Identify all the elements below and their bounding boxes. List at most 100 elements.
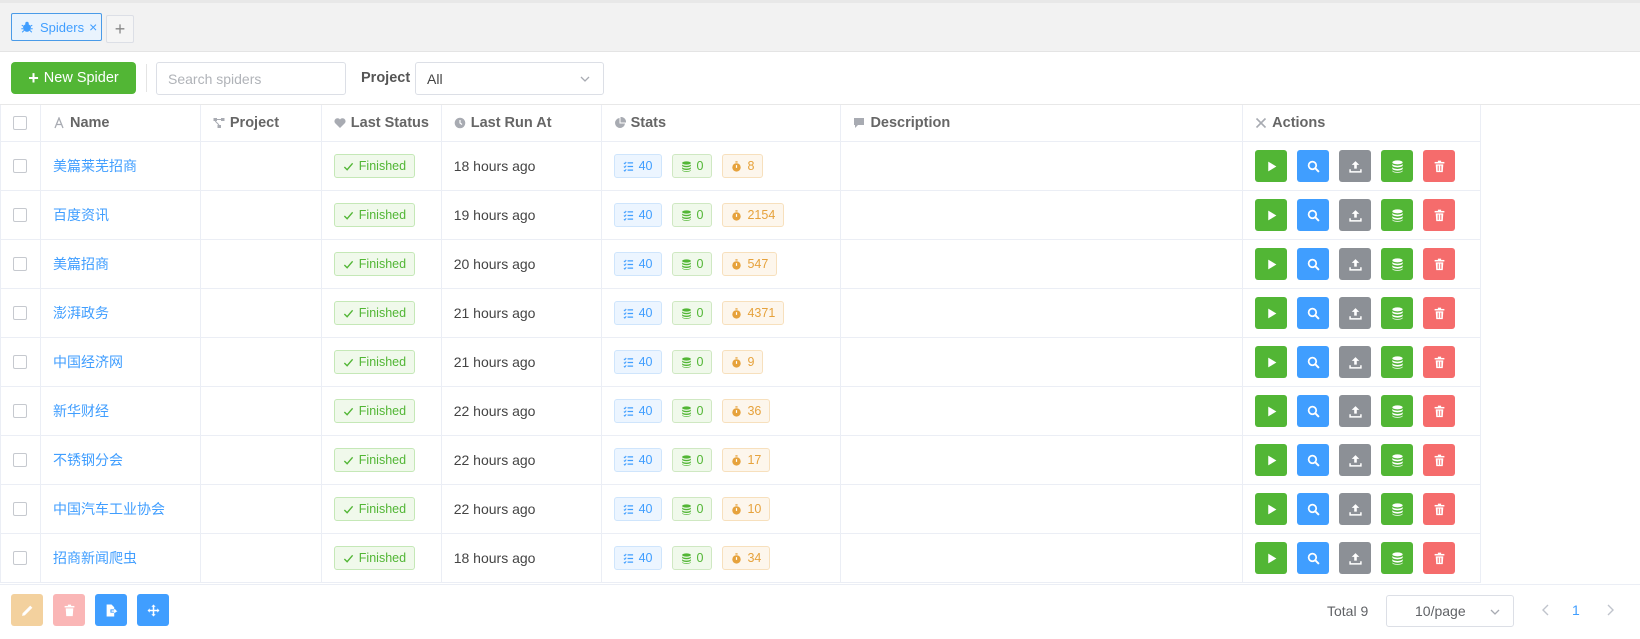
batch-export-button[interactable]: [95, 594, 127, 626]
duration-badge[interactable]: 2154: [722, 203, 785, 227]
spider-name-link[interactable]: 百度资讯: [53, 205, 109, 225]
duration-badge[interactable]: 8: [722, 154, 764, 178]
close-icon[interactable]: ×: [89, 19, 97, 35]
view-button[interactable]: [1297, 150, 1330, 182]
view-button[interactable]: [1297, 248, 1330, 280]
col-last-status[interactable]: Last Status: [320, 105, 441, 141]
results-count-badge[interactable]: 0: [671, 350, 713, 374]
run-button[interactable]: [1255, 444, 1288, 476]
upload-button[interactable]: [1339, 444, 1372, 476]
upload-button[interactable]: [1339, 493, 1372, 525]
row-checkbox[interactable]: [13, 502, 27, 516]
results-count-badge[interactable]: 0: [671, 154, 713, 178]
tab-spiders[interactable]: Spiders ×: [11, 13, 102, 41]
upload-button[interactable]: [1339, 199, 1372, 231]
select-all-checkbox[interactable]: [13, 116, 27, 130]
upload-button[interactable]: [1339, 297, 1372, 329]
col-name[interactable]: Name: [39, 105, 200, 141]
delete-button[interactable]: [1423, 248, 1456, 280]
row-checkbox[interactable]: [13, 404, 27, 418]
duration-badge[interactable]: 17: [722, 448, 771, 472]
spider-name-link[interactable]: 中国汽车工业协会: [53, 499, 165, 519]
row-checkbox[interactable]: [13, 355, 27, 369]
delete-button[interactable]: [1423, 444, 1456, 476]
tasks-count-badge[interactable]: 40: [613, 301, 662, 325]
spider-name-link[interactable]: 澎湃政务: [53, 303, 109, 323]
duration-badge[interactable]: 4371: [722, 301, 785, 325]
run-button[interactable]: [1255, 346, 1288, 378]
prev-page-button[interactable]: [1540, 602, 1552, 618]
view-button[interactable]: [1297, 199, 1330, 231]
spider-name-link[interactable]: 招商新闻爬虫: [53, 548, 137, 568]
delete-button[interactable]: [1423, 395, 1456, 427]
spider-name-link[interactable]: 中国经济网: [53, 352, 123, 372]
results-count-badge[interactable]: 0: [671, 546, 713, 570]
project-select[interactable]: All: [415, 62, 604, 95]
run-button[interactable]: [1255, 493, 1288, 525]
data-button[interactable]: [1381, 444, 1414, 476]
new-spider-button[interactable]: + New Spider: [11, 62, 136, 94]
tasks-count-badge[interactable]: 40: [613, 252, 662, 276]
duration-badge[interactable]: 10: [722, 497, 771, 521]
results-count-badge[interactable]: 0: [671, 301, 713, 325]
delete-button[interactable]: [1423, 297, 1456, 329]
data-button[interactable]: [1381, 248, 1414, 280]
data-button[interactable]: [1381, 395, 1414, 427]
run-button[interactable]: [1255, 297, 1288, 329]
batch-delete-button[interactable]: [53, 594, 85, 626]
col-description[interactable]: Description: [840, 105, 1242, 141]
results-count-badge[interactable]: 0: [671, 203, 713, 227]
upload-button[interactable]: [1339, 248, 1372, 280]
data-button[interactable]: [1381, 346, 1414, 378]
duration-badge[interactable]: 36: [722, 399, 771, 423]
data-button[interactable]: [1381, 493, 1414, 525]
tasks-count-badge[interactable]: 40: [613, 546, 662, 570]
view-button[interactable]: [1297, 542, 1330, 574]
view-button[interactable]: [1297, 395, 1330, 427]
view-button[interactable]: [1297, 297, 1330, 329]
col-project[interactable]: Project: [199, 105, 321, 141]
search-input[interactable]: [156, 62, 346, 95]
run-button[interactable]: [1255, 248, 1288, 280]
upload-button[interactable]: [1339, 395, 1372, 427]
tasks-count-badge[interactable]: 40: [613, 350, 662, 374]
spider-name-link[interactable]: 美篇招商: [53, 254, 109, 274]
view-button[interactable]: [1297, 346, 1330, 378]
spider-name-link[interactable]: 不锈钢分会: [53, 450, 123, 470]
run-button[interactable]: [1255, 150, 1288, 182]
spider-name-link[interactable]: 美篇莱芜招商: [53, 156, 137, 176]
spider-name-link[interactable]: 新华财经: [53, 401, 109, 421]
duration-badge[interactable]: 547: [722, 252, 778, 276]
add-tab-button[interactable]: +: [106, 15, 134, 43]
results-count-badge[interactable]: 0: [671, 399, 713, 423]
delete-button[interactable]: [1423, 346, 1456, 378]
upload-button[interactable]: [1339, 542, 1372, 574]
row-checkbox[interactable]: [13, 453, 27, 467]
view-button[interactable]: [1297, 444, 1330, 476]
results-count-badge[interactable]: 0: [671, 497, 713, 521]
tasks-count-badge[interactable]: 40: [613, 154, 662, 178]
delete-button[interactable]: [1423, 493, 1456, 525]
page-size-select[interactable]: 10/page: [1386, 595, 1514, 627]
duration-badge[interactable]: 34: [722, 546, 771, 570]
row-checkbox[interactable]: [13, 159, 27, 173]
upload-button[interactable]: [1339, 150, 1372, 182]
next-page-button[interactable]: [1604, 602, 1616, 618]
row-checkbox[interactable]: [13, 306, 27, 320]
view-button[interactable]: [1297, 493, 1330, 525]
page-number-current[interactable]: 1: [1572, 602, 1580, 618]
results-count-badge[interactable]: 0: [671, 448, 713, 472]
batch-move-button[interactable]: [137, 594, 169, 626]
tasks-count-badge[interactable]: 40: [613, 448, 662, 472]
tasks-count-badge[interactable]: 40: [613, 399, 662, 423]
row-checkbox[interactable]: [13, 257, 27, 271]
results-count-badge[interactable]: 0: [671, 252, 713, 276]
data-button[interactable]: [1381, 150, 1414, 182]
row-checkbox[interactable]: [13, 551, 27, 565]
tasks-count-badge[interactable]: 40: [613, 203, 662, 227]
delete-button[interactable]: [1423, 150, 1456, 182]
data-button[interactable]: [1381, 297, 1414, 329]
data-button[interactable]: [1381, 542, 1414, 574]
col-last-run-at[interactable]: Last Run At: [440, 105, 601, 141]
col-stats[interactable]: Stats: [600, 105, 841, 141]
